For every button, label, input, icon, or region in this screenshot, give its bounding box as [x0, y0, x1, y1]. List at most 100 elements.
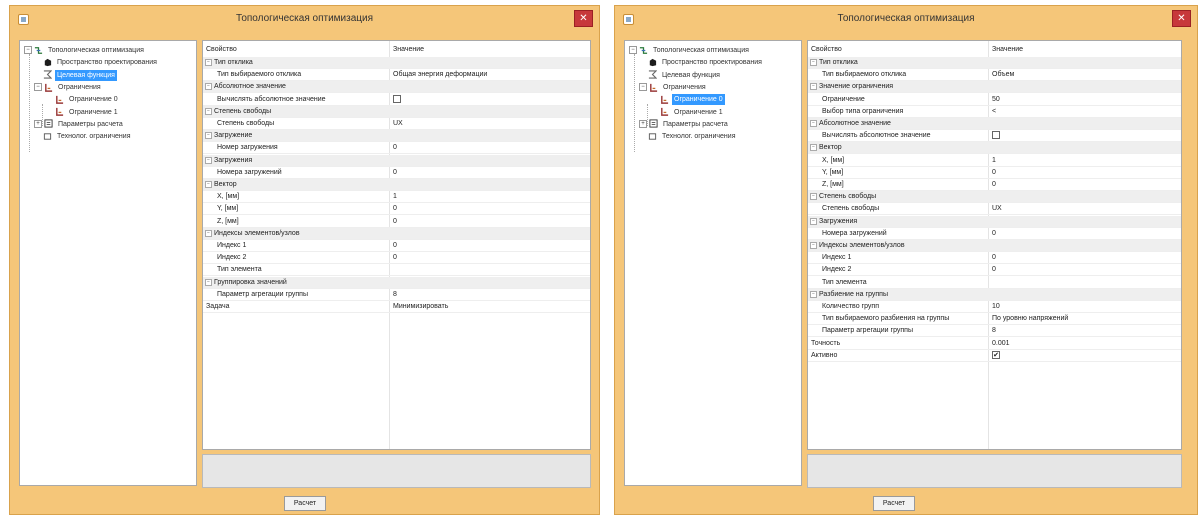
- property-row[interactable]: Номер загружения 0: [203, 142, 590, 155]
- property-value[interactable]: UX: [393, 118, 403, 129]
- property-value[interactable]: 8: [393, 289, 397, 300]
- property-category[interactable]: − Тип отклика: [203, 57, 590, 69]
- collapse-icon[interactable]: −: [810, 83, 817, 91]
- property-category[interactable]: − Значение ограничения: [808, 81, 1181, 94]
- property-grid[interactable]: Свойство Значение − Тип отклика Тип выбираем…: [202, 40, 591, 450]
- property-row[interactable]: Ограничение 50: [808, 94, 1181, 106]
- tree-item[interactable]: − Ограничения: [34, 82, 103, 93]
- property-row[interactable]: Тип выбираемого отклика Общая энергия деф…: [203, 69, 590, 82]
- expand-icon[interactable]: +: [639, 119, 647, 128]
- tree-item[interactable]: − Топологическая оптимизация: [24, 45, 146, 56]
- property-value[interactable]: 50: [992, 94, 1000, 105]
- property-value[interactable]: UX: [992, 203, 1002, 214]
- collapse-icon[interactable]: −: [205, 59, 212, 66]
- property-row[interactable]: Тип элемента: [808, 277, 1181, 289]
- property-row[interactable]: Активно ✔: [808, 350, 1181, 362]
- property-row[interactable]: Степень свободы UX: [808, 203, 1181, 216]
- expand-icon[interactable]: +: [34, 119, 42, 128]
- collapse-icon[interactable]: −: [205, 83, 212, 91]
- property-value[interactable]: 0: [393, 252, 397, 263]
- property-row[interactable]: Индекс 1 0: [203, 240, 590, 252]
- collapse-icon[interactable]: −: [205, 229, 212, 237]
- property-category[interactable]: − Абсолютное значение: [808, 118, 1181, 130]
- property-value[interactable]: 0: [992, 167, 996, 178]
- property-row[interactable]: Вычислять абсолютное значение: [203, 94, 590, 106]
- tree-item[interactable]: Ограничение 1: [55, 107, 120, 118]
- property-row[interactable]: Индекс 1 0: [808, 252, 1181, 265]
- property-category[interactable]: − Абсолютное значение: [203, 81, 590, 94]
- property-value[interactable]: 0: [992, 179, 996, 190]
- property-row[interactable]: X, [мм] 1: [808, 155, 1181, 167]
- collapse-icon[interactable]: −: [205, 132, 212, 140]
- title-bar[interactable]: Топологическая оптимизация ✕: [615, 6, 1197, 32]
- property-category[interactable]: − Разбиение на группы: [808, 288, 1181, 301]
- property-value[interactable]: Минимизировать: [393, 301, 448, 312]
- property-category[interactable]: − Загружения: [203, 154, 590, 167]
- property-grid[interactable]: Свойство Значение − Тип отклика Тип выбираем…: [807, 40, 1182, 450]
- property-row[interactable]: Выбор типа ограничения <: [808, 106, 1181, 118]
- tree-item[interactable]: Пространство проектирования: [43, 57, 159, 68]
- property-row[interactable]: Тип выбираемого разбиения на группы По ур…: [808, 313, 1181, 326]
- checked-checkbox[interactable]: ✔: [992, 350, 1000, 359]
- property-row[interactable]: Номера загружений 0: [203, 167, 590, 179]
- collapse-icon[interactable]: −: [810, 217, 817, 225]
- checkbox[interactable]: [992, 131, 1000, 140]
- collapse-icon[interactable]: −: [24, 46, 32, 55]
- tree-item[interactable]: Пространство проектирования: [648, 57, 764, 68]
- property-value[interactable]: Общая энергия деформации: [393, 69, 487, 80]
- property-row[interactable]: Номера загружений 0: [808, 228, 1181, 240]
- property-row[interactable]: Z, [мм] 0: [808, 179, 1181, 191]
- property-value[interactable]: 8: [992, 325, 996, 336]
- calculate-button[interactable]: Расчет: [284, 496, 326, 511]
- property-value[interactable]: 0: [992, 252, 996, 263]
- collapse-icon[interactable]: −: [205, 278, 212, 286]
- tree-item[interactable]: Ограничение 0: [660, 94, 725, 106]
- property-row[interactable]: Тип выбираемого отклика Объем: [808, 69, 1181, 82]
- property-value[interactable]: 0.001: [992, 338, 1010, 349]
- property-value[interactable]: 0: [992, 228, 996, 239]
- property-category[interactable]: − Степень свободы: [808, 191, 1181, 204]
- property-category[interactable]: − Вектор: [203, 179, 590, 191]
- property-category[interactable]: − Загружение: [203, 130, 590, 143]
- tree-item[interactable]: − Топологическая оптимизация: [629, 45, 751, 56]
- tree-item[interactable]: Технолог. ограничения: [648, 131, 738, 142]
- property-value[interactable]: Объем: [992, 69, 1014, 80]
- checkbox[interactable]: [393, 94, 401, 103]
- property-category[interactable]: − Степень свободы: [203, 105, 590, 118]
- property-category[interactable]: − Загружения: [808, 215, 1181, 228]
- property-row[interactable]: Степень свободы UX: [203, 118, 590, 130]
- property-row[interactable]: X, [мм] 1: [203, 191, 590, 204]
- property-row[interactable]: Тип элемента: [203, 264, 590, 277]
- property-value[interactable]: 0: [992, 264, 996, 275]
- collapse-icon[interactable]: −: [34, 83, 42, 92]
- property-row[interactable]: Количество групп 10: [808, 301, 1181, 313]
- property-value[interactable]: По уровню напряжений: [992, 313, 1068, 324]
- collapse-icon[interactable]: −: [810, 120, 817, 127]
- property-row[interactable]: Точность 0.001: [808, 338, 1181, 350]
- property-row[interactable]: Y, [мм] 0: [808, 167, 1181, 179]
- tree-item[interactable]: Ограничение 0: [55, 94, 120, 105]
- property-category[interactable]: − Группировка значений: [203, 276, 590, 289]
- close-button[interactable]: ✕: [574, 10, 593, 27]
- property-value[interactable]: 1: [992, 155, 996, 166]
- collapse-icon[interactable]: −: [810, 242, 817, 249]
- property-value[interactable]: 0: [393, 203, 397, 214]
- property-value[interactable]: 0: [393, 167, 397, 178]
- collapse-icon[interactable]: −: [205, 156, 212, 164]
- close-button[interactable]: ✕: [1172, 10, 1191, 27]
- object-tree[interactable]: − Топологическая оптимизация Пространство …: [624, 40, 802, 486]
- property-row[interactable]: Z, [мм] 0: [203, 216, 590, 228]
- property-category[interactable]: − Тип отклика: [808, 57, 1181, 69]
- tree-item[interactable]: − Ограничения: [639, 82, 708, 93]
- collapse-icon[interactable]: −: [810, 290, 817, 298]
- property-row[interactable]: Индекс 2 0: [203, 252, 590, 265]
- property-row[interactable]: Параметр агрегации группы 8: [808, 325, 1181, 338]
- property-row[interactable]: Параметр агрегации группы 8: [203, 289, 590, 301]
- tree-item[interactable]: + Параметры расчета: [34, 119, 125, 130]
- collapse-icon[interactable]: −: [205, 181, 212, 188]
- property-value[interactable]: 1: [393, 191, 397, 202]
- property-category[interactable]: − Вектор: [808, 142, 1181, 155]
- property-row[interactable]: Y, [мм] 0: [203, 203, 590, 216]
- property-value[interactable]: 0: [393, 216, 397, 227]
- tree-item[interactable]: Ограничение 1: [660, 107, 725, 118]
